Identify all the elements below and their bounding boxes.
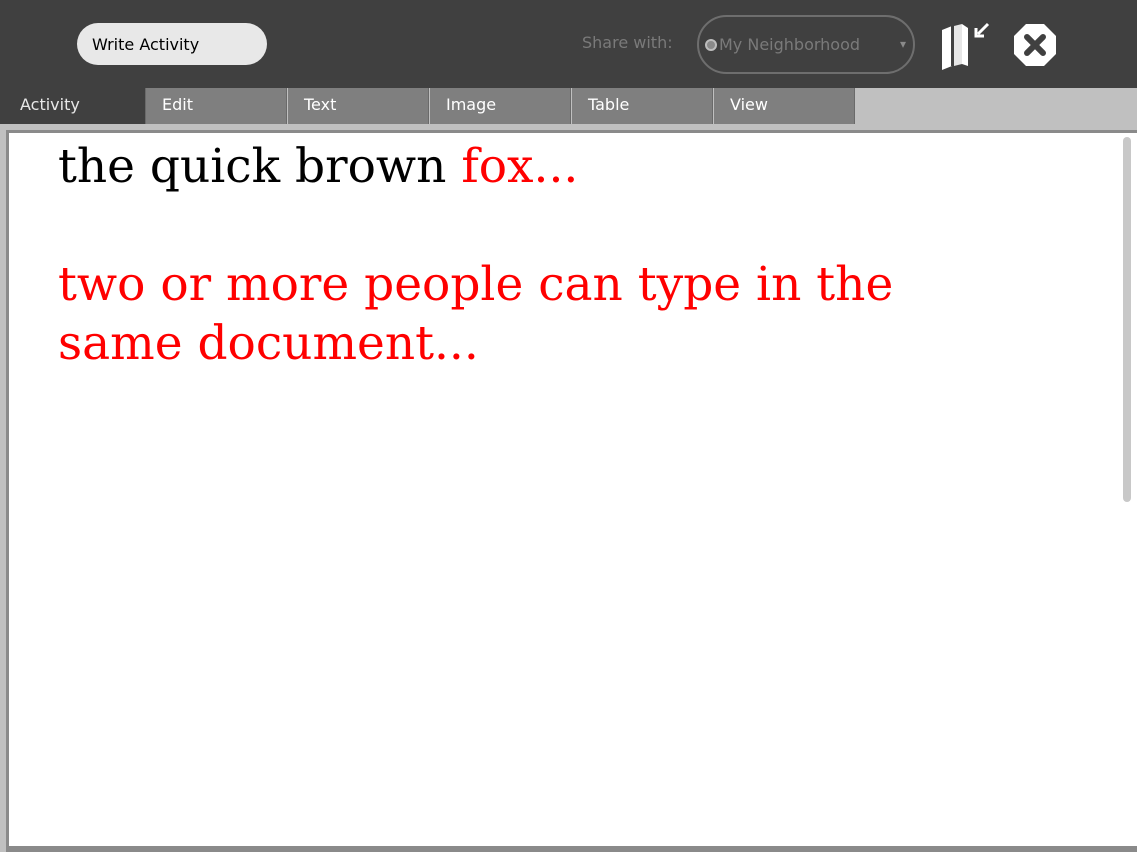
share-with-select[interactable]: My Neighborhood ▾ [697, 15, 915, 74]
tab-table[interactable]: Table [572, 88, 713, 124]
collaborator-text: fox... [461, 139, 579, 194]
activity-title-input[interactable]: Write Activity [77, 23, 267, 65]
chevron-down-icon: ▾ [899, 37, 906, 51]
activity-title-value: Write Activity [92, 34, 200, 54]
share-with-value: My Neighborhood [719, 35, 861, 54]
document-line-3: same document... [58, 316, 479, 371]
tab-text[interactable]: Text [288, 88, 429, 124]
tab-image[interactable]: Image [430, 88, 571, 124]
document-page[interactable]: the quick brown fox... two or more peopl… [9, 133, 1117, 846]
keep-journal-icon [942, 22, 990, 70]
keep-button[interactable] [938, 18, 994, 72]
write-activity-window: Write Activity Share with: My Neighborho… [0, 0, 1137, 852]
tab-view[interactable]: View [714, 88, 855, 124]
local-user-text: the quick brown [58, 139, 462, 194]
stop-button[interactable] [1012, 22, 1058, 68]
activity-toolbar: Write Activity Share with: My Neighborho… [0, 0, 1137, 88]
tab-activity[interactable]: Activity [0, 88, 146, 124]
stop-icon [1014, 24, 1056, 66]
tab-edit[interactable]: Edit [146, 88, 287, 124]
scrollbar-thumb[interactable] [1123, 137, 1131, 502]
document-line-1: the quick brown fox... [58, 137, 1117, 196]
share-with-label: Share with: [582, 33, 673, 52]
neighborhood-icon [705, 38, 717, 51]
toolbox-tabbar: Activity Edit Text Image Table View [0, 88, 1137, 124]
document-line-2: two or more people can type in the [58, 257, 894, 312]
